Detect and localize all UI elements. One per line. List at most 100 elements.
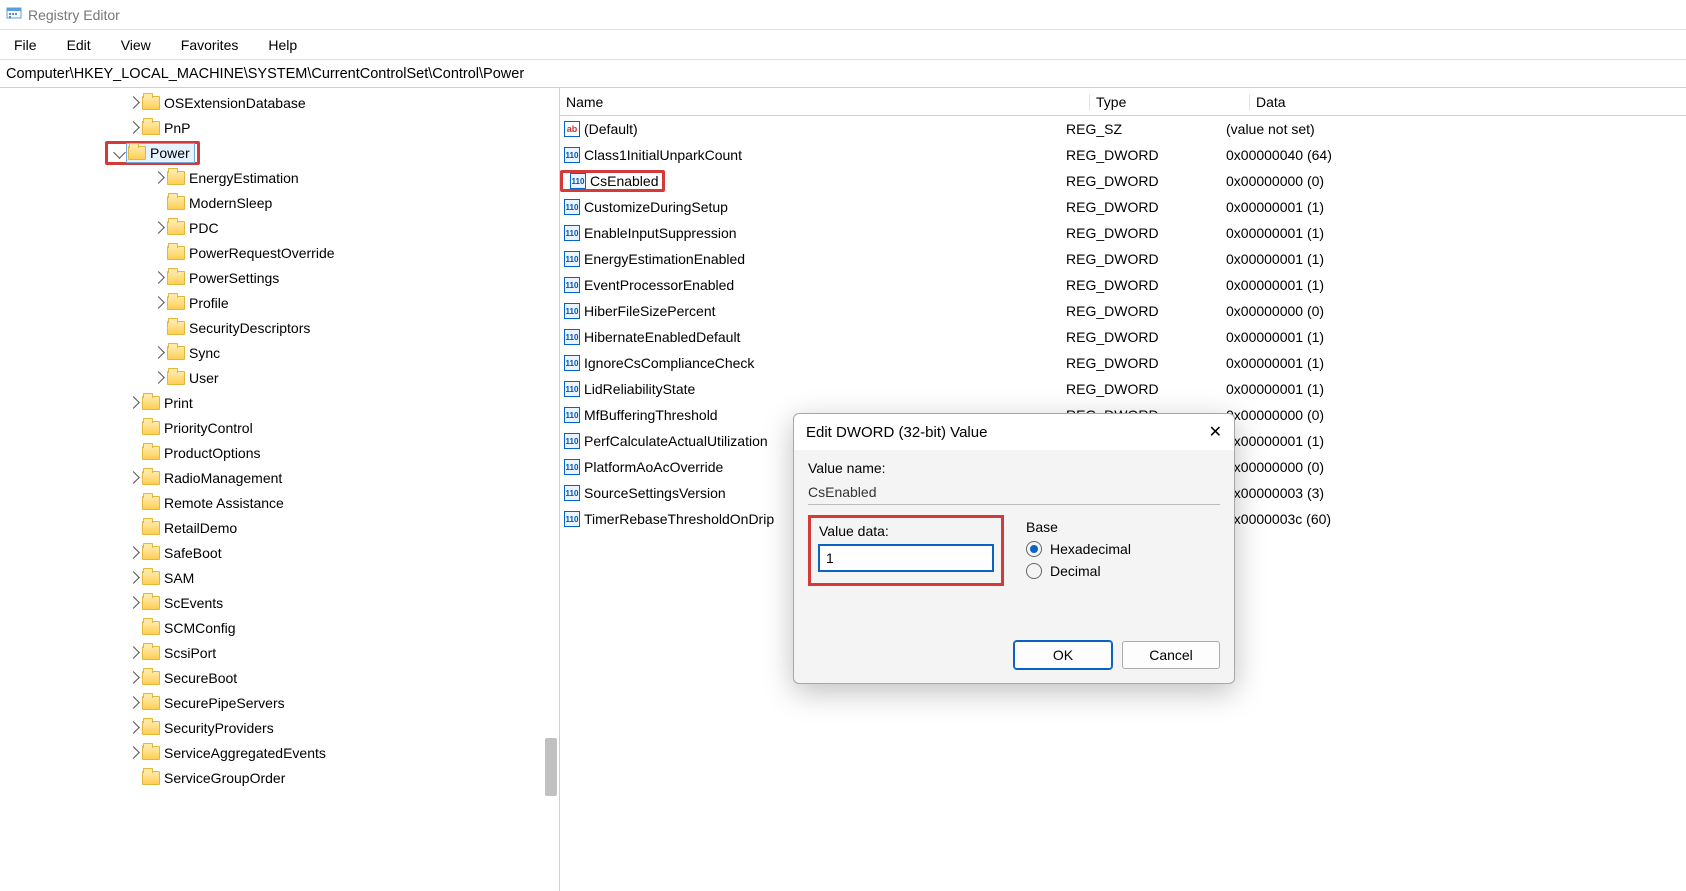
tree-item[interactable]: ServiceGroupOrder bbox=[0, 765, 559, 790]
list-item[interactable]: ab(Default)REG_SZ(value not set) bbox=[560, 116, 1686, 142]
tree-item[interactable]: PowerSettings bbox=[0, 265, 559, 290]
chevron-right-icon[interactable] bbox=[125, 746, 141, 760]
chevron-right-icon[interactable] bbox=[150, 296, 166, 310]
tree-item[interactable]: ScEvents bbox=[0, 590, 559, 615]
tree-item[interactable]: User bbox=[0, 365, 559, 390]
chevron-right-icon[interactable] bbox=[125, 121, 141, 135]
value-type: REG_DWORD bbox=[1066, 381, 1226, 397]
chevron-right-icon[interactable] bbox=[150, 371, 166, 385]
chevron-right-icon[interactable] bbox=[150, 346, 166, 360]
cancel-button[interactable]: Cancel bbox=[1122, 641, 1220, 669]
tree-item-label: SCMConfig bbox=[164, 620, 236, 636]
reg-dword-icon: 110 bbox=[564, 433, 580, 449]
reg-dword-icon: 110 bbox=[564, 277, 580, 293]
tree-item[interactable]: PriorityControl bbox=[0, 415, 559, 440]
radio-dec[interactable]: Decimal bbox=[1026, 563, 1220, 579]
tree-item[interactable]: SecurityProviders bbox=[0, 715, 559, 740]
chevron-right-icon[interactable] bbox=[125, 596, 141, 610]
close-icon[interactable]: ✕ bbox=[1209, 422, 1222, 442]
chevron-right-icon[interactable] bbox=[150, 271, 166, 285]
folder-icon bbox=[142, 421, 160, 435]
tree-item[interactable]: Sync bbox=[0, 340, 559, 365]
value-name: IgnoreCsComplianceCheck bbox=[584, 355, 1066, 371]
reg-dword-icon: 110 bbox=[570, 173, 586, 189]
tree-item[interactable]: SCMConfig bbox=[0, 615, 559, 640]
list-item[interactable]: 110EnergyEstimationEnabledREG_DWORD0x000… bbox=[560, 246, 1686, 272]
col-header-type[interactable]: Type bbox=[1090, 94, 1250, 110]
list-item[interactable]: 110HiberFileSizePercentREG_DWORD0x000000… bbox=[560, 298, 1686, 324]
col-header-name[interactable]: Name bbox=[560, 94, 1090, 110]
value-data: 0x00000000 (0) bbox=[1226, 459, 1686, 475]
tree-item[interactable]: PnP bbox=[0, 115, 559, 140]
tree-item[interactable]: SecurePipeServers bbox=[0, 690, 559, 715]
list-item[interactable]: 110IgnoreCsComplianceCheckREG_DWORD0x000… bbox=[560, 350, 1686, 376]
address-bar[interactable]: Computer\HKEY_LOCAL_MACHINE\SYSTEM\Curre… bbox=[0, 60, 1686, 88]
tree-item[interactable]: OSExtensionDatabase bbox=[0, 90, 559, 115]
chevron-right-icon[interactable] bbox=[125, 721, 141, 735]
value-data: 0x00000001 (1) bbox=[1226, 199, 1686, 215]
list-header: Name Type Data bbox=[560, 88, 1686, 116]
chevron-right-icon[interactable] bbox=[125, 471, 141, 485]
list-item[interactable]: 110LidReliabilityStateREG_DWORD0x0000000… bbox=[560, 376, 1686, 402]
menu-help[interactable]: Help bbox=[262, 33, 303, 57]
tree-item[interactable]: Print bbox=[0, 390, 559, 415]
folder-icon bbox=[142, 571, 160, 585]
tree-item[interactable]: SafeBoot bbox=[0, 540, 559, 565]
col-header-data[interactable]: Data bbox=[1250, 94, 1686, 110]
chevron-right-icon[interactable] bbox=[150, 221, 166, 235]
address-text: Computer\HKEY_LOCAL_MACHINE\SYSTEM\Curre… bbox=[6, 66, 524, 82]
tree-item[interactable]: ScsiPort bbox=[0, 640, 559, 665]
tree-item[interactable]: ProductOptions bbox=[0, 440, 559, 465]
chevron-right-icon[interactable] bbox=[125, 396, 141, 410]
tree-item[interactable]: ModernSleep bbox=[0, 190, 559, 215]
app-icon bbox=[6, 5, 22, 24]
folder-icon bbox=[142, 496, 160, 510]
tree-item[interactable]: PDC bbox=[0, 215, 559, 240]
list-item[interactable]: 110EventProcessorEnabledREG_DWORD0x00000… bbox=[560, 272, 1686, 298]
tree-item-label: PowerRequestOverride bbox=[189, 245, 335, 261]
chevron-right-icon[interactable] bbox=[125, 646, 141, 660]
chevron-right-icon[interactable] bbox=[125, 571, 141, 585]
tree-item[interactable]: RetailDemo bbox=[0, 515, 559, 540]
radio-hex[interactable]: Hexadecimal bbox=[1026, 541, 1220, 557]
list-item[interactable]: 110EnableInputSuppressionREG_DWORD0x0000… bbox=[560, 220, 1686, 246]
tree-item[interactable]: ServiceAggregatedEvents bbox=[0, 740, 559, 765]
list-item[interactable]: 110HibernateEnabledDefaultREG_DWORD0x000… bbox=[560, 324, 1686, 350]
chevron-right-icon[interactable] bbox=[125, 671, 141, 685]
folder-icon bbox=[167, 246, 185, 260]
tree-item[interactable]: RadioManagement bbox=[0, 465, 559, 490]
chevron-down-icon[interactable] bbox=[111, 146, 127, 160]
expander-spacer bbox=[125, 496, 141, 510]
list-item[interactable]: 110CustomizeDuringSetupREG_DWORD0x000000… bbox=[560, 194, 1686, 220]
folder-icon bbox=[142, 696, 160, 710]
reg-sz-icon: ab bbox=[564, 121, 580, 137]
list-item[interactable]: 110Class1InitialUnparkCountREG_DWORD0x00… bbox=[560, 142, 1686, 168]
chevron-right-icon[interactable] bbox=[150, 171, 166, 185]
folder-icon bbox=[167, 171, 185, 185]
tree-item-label: RetailDemo bbox=[164, 520, 237, 536]
chevron-right-icon[interactable] bbox=[125, 96, 141, 110]
chevron-right-icon[interactable] bbox=[125, 696, 141, 710]
tree-item[interactable]: PowerRequestOverride bbox=[0, 240, 559, 265]
menu-file[interactable]: File bbox=[8, 33, 43, 57]
value-data-input[interactable] bbox=[819, 545, 993, 571]
list-item[interactable]: 110CsEnabledREG_DWORD0x00000000 (0) bbox=[560, 168, 1686, 194]
tree-item-label: Sync bbox=[189, 345, 220, 361]
tree-item-label: ModernSleep bbox=[189, 195, 272, 211]
tree-scrollbar-thumb[interactable] bbox=[545, 738, 557, 796]
tree-item[interactable]: Remote Assistance bbox=[0, 490, 559, 515]
base-groupbox: Base Hexadecimal Decimal bbox=[1026, 515, 1220, 586]
tree-item[interactable]: Profile bbox=[0, 290, 559, 315]
tree-item[interactable]: SecurityDescriptors bbox=[0, 315, 559, 340]
menu-view[interactable]: View bbox=[115, 33, 157, 57]
menu-edit[interactable]: Edit bbox=[61, 33, 97, 57]
ok-button[interactable]: OK bbox=[1014, 641, 1112, 669]
tree-item[interactable]: SAM bbox=[0, 565, 559, 590]
menu-favorites[interactable]: Favorites bbox=[175, 33, 245, 57]
chevron-right-icon[interactable] bbox=[125, 546, 141, 560]
tree-item[interactable]: Power bbox=[0, 140, 559, 165]
tree-item[interactable]: EnergyEstimation bbox=[0, 165, 559, 190]
tree-pane[interactable]: OSExtensionDatabasePnPPowerEnergyEstimat… bbox=[0, 88, 560, 891]
tree-item[interactable]: SecureBoot bbox=[0, 665, 559, 690]
value-data-highlight: Value data: bbox=[808, 515, 1004, 586]
